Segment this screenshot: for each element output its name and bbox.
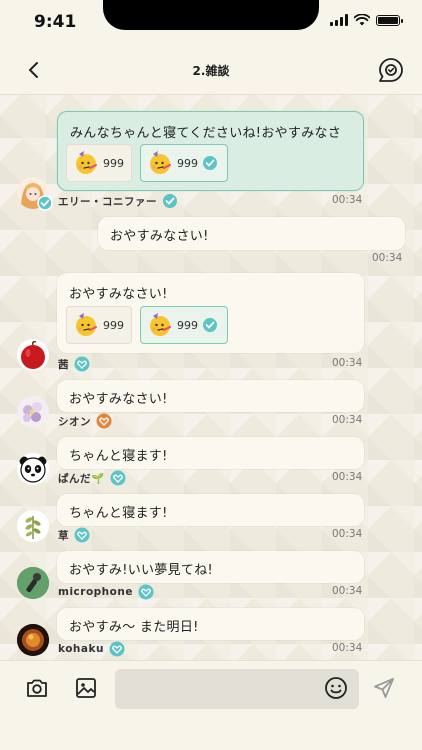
heart-badge-icon xyxy=(138,584,154,600)
avatar[interactable] xyxy=(17,510,49,542)
heart-badge-icon xyxy=(109,641,125,657)
leaf-avatar-icon xyxy=(17,510,49,542)
reaction-count: 999 xyxy=(177,156,198,170)
message-time: 00:34 xyxy=(332,642,363,654)
chat-settings-icon[interactable] xyxy=(378,57,404,83)
sender-name-text: kohaku xyxy=(58,643,104,655)
battery-icon xyxy=(376,14,403,26)
message-text: おやすみなさい! xyxy=(110,229,209,244)
chat-screen: 9:41 2.雑談 みんなちゃんと寝てくださいね!おやすみなさい! xyxy=(0,0,422,750)
avatar[interactable] xyxy=(17,567,49,599)
status-time: 9:41 xyxy=(34,12,77,32)
party-face-icon xyxy=(76,313,97,336)
microphone-avatar-icon xyxy=(17,567,49,599)
heart-badge-icon xyxy=(110,470,126,486)
verified-icon xyxy=(37,195,53,211)
sender-name[interactable]: microphone xyxy=(58,584,154,600)
status-bar: 9:41 xyxy=(0,0,422,46)
reaction-button[interactable]: 999 xyxy=(66,144,132,182)
reaction-count: 999 xyxy=(177,318,198,332)
message-bubble[interactable]: ちゃんと寝ます! xyxy=(57,494,364,526)
message-time: 00:34 xyxy=(372,252,403,264)
reaction-row: 999 999 xyxy=(66,144,228,182)
message-text: おやすみ〜 また明日! xyxy=(69,620,199,635)
sender-name-text: ぱんだ🌱 xyxy=(58,472,105,485)
heart-badge-icon xyxy=(96,413,112,429)
image-icon[interactable] xyxy=(74,676,98,700)
verified-icon xyxy=(203,318,217,332)
party-face-icon xyxy=(150,313,171,336)
party-face-icon xyxy=(76,151,97,174)
sender-name[interactable]: 草 xyxy=(58,527,90,543)
message-text: おやすみなさい! xyxy=(69,392,168,407)
reaction-button-selected[interactable]: 999 xyxy=(140,144,228,182)
wifi-icon xyxy=(354,14,370,26)
message-time: 00:34 xyxy=(332,585,363,597)
reaction-row: 999 999 xyxy=(66,306,228,344)
sender-name[interactable]: シオン xyxy=(58,413,112,429)
reaction-button[interactable]: 999 xyxy=(66,306,132,344)
message-composer xyxy=(0,660,422,750)
party-face-icon xyxy=(150,151,171,174)
sender-name-text: エリー・コニファー xyxy=(58,195,157,208)
reaction-count: 999 xyxy=(103,318,124,332)
message-bubble[interactable]: ちゃんと寝ます! xyxy=(57,437,364,469)
own-message-bubble[interactable]: おやすみなさい! xyxy=(98,217,405,250)
avatar[interactable] xyxy=(17,396,49,428)
message-bubble[interactable]: おやすみなさい! xyxy=(57,380,364,412)
amber-avatar-icon xyxy=(17,624,49,656)
avatar[interactable] xyxy=(17,339,49,371)
sender-name[interactable]: ぱんだ🌱 xyxy=(58,470,126,486)
message-text: おやすみなさい! xyxy=(69,287,168,302)
chat-header: 2.雑談 xyxy=(0,46,422,95)
reaction-count: 999 xyxy=(103,156,124,170)
message-time: 00:34 xyxy=(332,528,363,540)
message-bubble[interactable]: おやすみ〜 また明日! xyxy=(57,608,364,640)
message-bubble[interactable]: おやすみ!いい夢見てね! xyxy=(57,551,364,583)
avatar[interactable] xyxy=(17,624,49,656)
verified-icon xyxy=(203,156,217,170)
panda-avatar-icon xyxy=(17,453,49,485)
apple-avatar-icon xyxy=(17,339,49,371)
sender-name[interactable]: エリー・コニファー xyxy=(58,193,178,209)
message-text: ちゃんと寝ます! xyxy=(69,449,168,464)
message-text: ちゃんと寝ます! xyxy=(69,506,168,521)
heart-badge-icon xyxy=(74,527,90,543)
sender-name[interactable]: kohaku xyxy=(58,641,125,657)
message-time: 00:34 xyxy=(332,471,363,483)
sender-name-text: microphone xyxy=(58,586,133,598)
sender-name-text: シオン xyxy=(58,415,91,428)
sender-name-text: 草 xyxy=(58,529,69,542)
heart-badge-icon xyxy=(74,356,90,372)
send-icon[interactable] xyxy=(372,676,396,700)
verified-icon xyxy=(163,194,177,208)
message-time: 00:34 xyxy=(332,357,363,369)
sender-name-text: 茜 xyxy=(58,358,69,371)
camera-icon[interactable] xyxy=(25,676,49,700)
sender-name[interactable]: 茜 xyxy=(58,356,90,372)
notch xyxy=(103,0,319,30)
signal-icon xyxy=(330,14,348,26)
message-time: 00:34 xyxy=(332,194,363,206)
message-input[interactable] xyxy=(115,669,359,709)
status-icons xyxy=(330,14,403,26)
chat-title: 2.雑談 xyxy=(192,64,230,78)
flower-avatar-icon xyxy=(17,396,49,428)
reaction-button-selected[interactable]: 999 xyxy=(140,306,228,344)
message-text: おやすみ!いい夢見てね! xyxy=(69,563,214,578)
smiley-icon[interactable] xyxy=(324,676,348,700)
message-time: 00:34 xyxy=(332,414,363,426)
avatar[interactable] xyxy=(17,453,49,485)
